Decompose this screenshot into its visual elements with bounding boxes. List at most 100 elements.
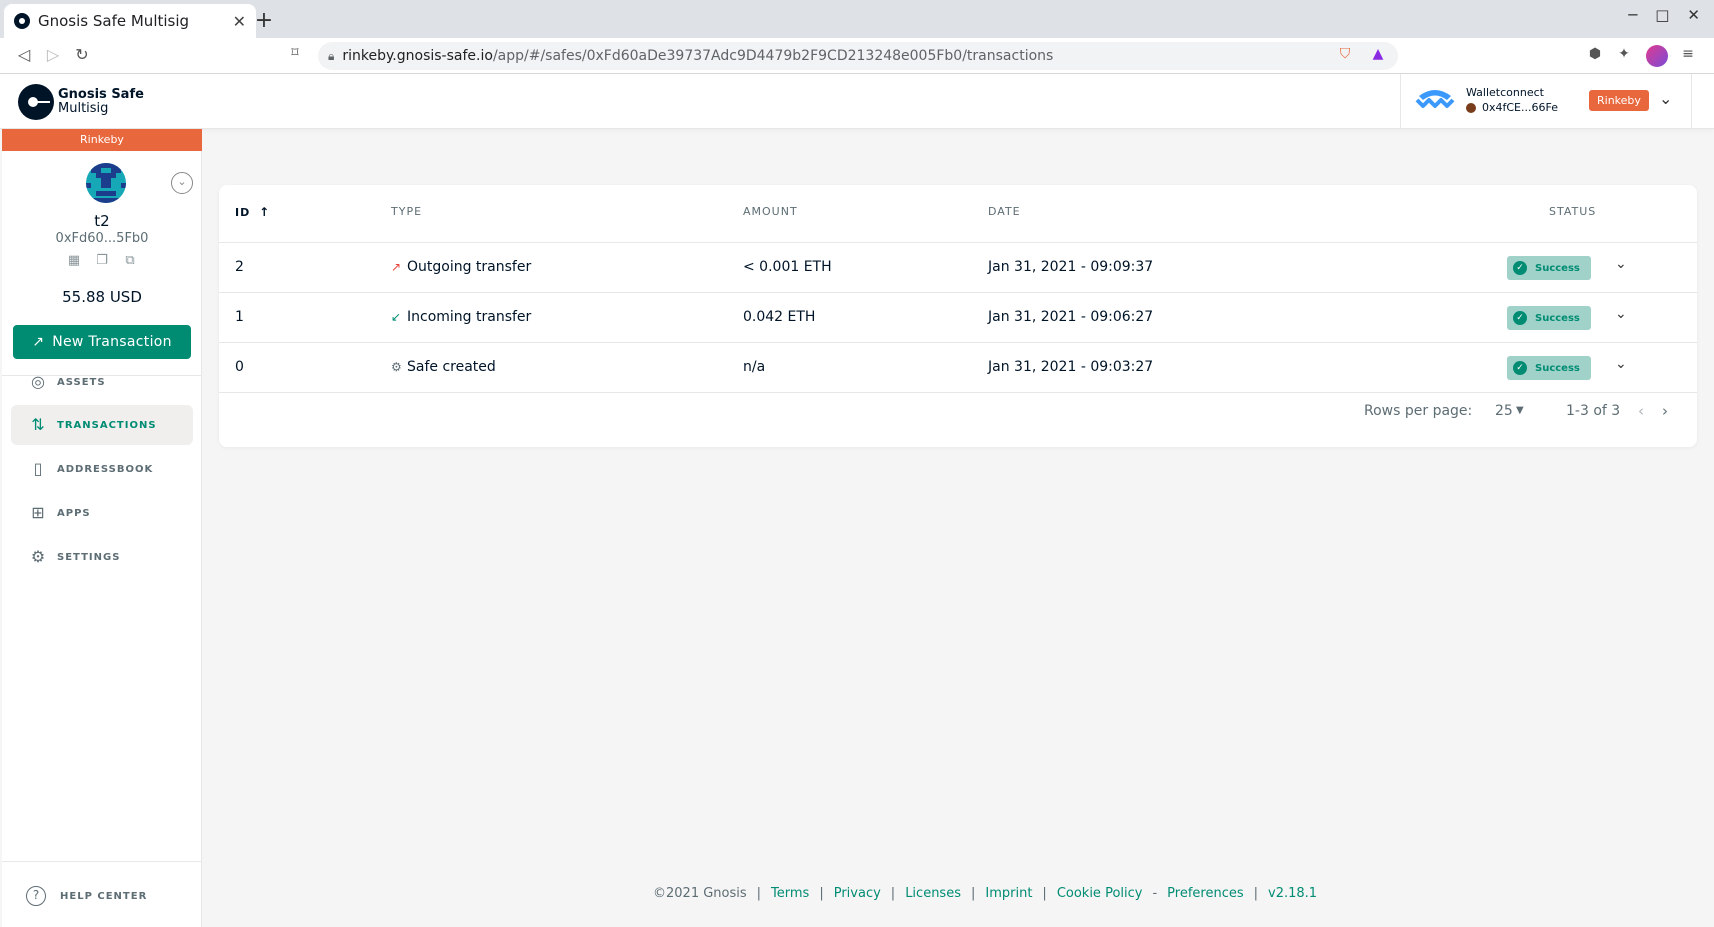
- safe-balance: 55.88 USD: [62, 288, 142, 306]
- terms-link[interactable]: Terms: [771, 886, 809, 901]
- safe-identicon: [86, 163, 126, 203]
- settings-icon: ⚙: [30, 547, 46, 566]
- wallet-identicon: [1466, 102, 1476, 113]
- gnosis-favicon-icon: [14, 13, 30, 29]
- maximize-icon[interactable]: □: [1655, 6, 1669, 24]
- status-badge: ✓ Success: [1507, 256, 1591, 280]
- privacy-link[interactable]: Privacy: [834, 886, 881, 901]
- extension-cube-icon[interactable]: ⬢: [1585, 46, 1605, 66]
- sidebar-item-transactions[interactable]: ⇅ TRANSACTIONS: [11, 405, 193, 445]
- licenses-link[interactable]: Licenses: [905, 886, 961, 901]
- sidebar-item-addressbook[interactable]: ▯ ADDRESSBOOK: [11, 449, 193, 489]
- column-header-amount: AMOUNT: [743, 205, 798, 218]
- walletconnect-icon: [1415, 90, 1455, 108]
- forward-icon[interactable]: ▷: [42, 45, 64, 64]
- close-window-icon[interactable]: ✕: [1687, 6, 1700, 24]
- safe-name: t2: [94, 212, 110, 230]
- column-header-date: DATE: [988, 205, 1021, 218]
- expand-chevron-icon[interactable]: ⌄: [1615, 306, 1627, 322]
- copyright: ©2021 Gnosis: [653, 886, 747, 901]
- new-tab-icon[interactable]: +: [252, 8, 276, 33]
- check-icon: ✓: [1513, 261, 1527, 275]
- arrow-up-right-icon: ↗: [32, 334, 45, 350]
- table-row[interactable]: 2 ↗ Outgoing transfer < 0.001 ETH Jan 31,…: [219, 242, 1697, 292]
- sidebar-item-apps[interactable]: ⊞ APPS: [11, 493, 193, 533]
- url-bar[interactable]: 🔒︎ rinkeby.gnosis-safe.io/app/#/safes/0x…: [318, 42, 1398, 70]
- chevron-down-icon[interactable]: ⌄: [1659, 89, 1672, 108]
- wallet-address: 0x4fCE...66Fe: [1482, 101, 1558, 114]
- wallet-address-row: 0x4fCE...66Fe: [1466, 101, 1558, 114]
- new-transaction-button[interactable]: ↗ New Transaction: [13, 325, 191, 359]
- safe-address: 0xFd60...5Fb0: [55, 231, 149, 246]
- logo-line1: Gnosis Safe: [58, 87, 144, 102]
- new-transaction-label: New Transaction: [52, 334, 172, 350]
- column-header-type: TYPE: [391, 205, 423, 218]
- profile-avatar[interactable]: [1646, 45, 1668, 67]
- window-controls: ─ □ ✕: [1628, 6, 1714, 24]
- menu-icon[interactable]: ≡: [1678, 46, 1698, 66]
- lock-icon: 🔒︎: [328, 48, 335, 63]
- brave-shield-icon[interactable]: ⛉: [1335, 46, 1355, 66]
- preferences-link[interactable]: Preferences: [1167, 886, 1243, 901]
- app-header: Gnosis Safe Multisig Walletconnect 0x4fC…: [0, 74, 1714, 129]
- expand-chevron-icon[interactable]: ⌄: [1615, 356, 1627, 372]
- page-range: 1-3 of 3: [1566, 403, 1621, 419]
- transactions-table: ID ↑ TYPE AMOUNT DATE STATUS 2 ↗ Outgoing…: [219, 185, 1697, 447]
- dropdown-caret-icon[interactable]: ▼: [1516, 405, 1524, 416]
- qr-code-icon[interactable]: ▦: [66, 253, 82, 269]
- assets-icon: ◎: [31, 372, 45, 391]
- version-link[interactable]: v2.18.1: [1268, 886, 1317, 901]
- page-footer: ©2021 Gnosis | Terms | Privacy | License…: [653, 886, 1318, 901]
- imprint-link[interactable]: Imprint: [985, 886, 1032, 901]
- help-icon: ?: [26, 886, 46, 906]
- incoming-arrow-icon: ↙: [391, 310, 402, 324]
- table-pagination: Rows per page: 25 ▼ 1-3 of 3 ‹ ›: [219, 391, 1697, 431]
- previous-page-icon[interactable]: ‹: [1638, 402, 1644, 420]
- table-row[interactable]: 1 ↙ Incoming transfer 0.042 ETH Jan 31, 2…: [219, 292, 1697, 342]
- sort-arrow-up-icon: ↑: [259, 205, 271, 219]
- extensions-puzzle-icon[interactable]: ✦: [1614, 46, 1634, 66]
- copy-icon[interactable]: ❐: [94, 253, 110, 269]
- browser-toolbar: ◁ ▷ ↻ ⌑ 🔒︎ rinkeby.gnosis-safe.io/app/#/…: [0, 38, 1714, 74]
- check-icon: ✓: [1513, 361, 1527, 375]
- rows-per-page-select[interactable]: 25: [1495, 403, 1513, 419]
- cookie-policy-link[interactable]: Cookie Policy: [1057, 886, 1143, 901]
- minimize-icon[interactable]: ─: [1628, 6, 1637, 24]
- sidebar-item-settings[interactable]: ⚙ SETTINGS: [11, 537, 193, 577]
- wallet-provider[interactable]: Walletconnect 0x4fCE...66Fe Rinkeby ⌄: [1400, 74, 1692, 129]
- url-text: rinkeby.gnosis-safe.io/app/#/safes/0xFd6…: [342, 48, 1054, 64]
- external-link-icon[interactable]: ⧉: [122, 253, 138, 269]
- sidebar-item-assets[interactable]: ◎ ASSETS: [11, 362, 193, 402]
- sidebar-divider: [2, 861, 202, 862]
- table-row[interactable]: 0 ⚙ Safe created n/a Jan 31, 2021 - 09:03…: [219, 342, 1697, 392]
- status-badge: ✓ Success: [1507, 306, 1591, 330]
- reload-icon[interactable]: ↻: [71, 45, 93, 64]
- status-badge: ✓ Success: [1507, 356, 1591, 380]
- column-header-id[interactable]: ID ↑: [235, 205, 270, 219]
- rows-per-page-label: Rows per page:: [1364, 403, 1473, 419]
- column-header-status: STATUS: [1549, 205, 1597, 218]
- gnosis-logo[interactable]: Gnosis Safe Multisig: [18, 84, 144, 120]
- back-icon[interactable]: ◁: [13, 45, 35, 64]
- network-badge: Rinkeby: [1589, 90, 1649, 111]
- expand-chevron-icon[interactable]: ⌄: [1615, 256, 1627, 272]
- transactions-icon: ⇅: [31, 415, 45, 434]
- check-icon: ✓: [1513, 311, 1527, 325]
- browser-tabbar: Gnosis Safe Multisig ✕ + ─ □ ✕: [0, 0, 1714, 38]
- safe-list-toggle-icon[interactable]: ⌄: [171, 172, 193, 194]
- bookmark-icon[interactable]: ⌑: [284, 45, 306, 61]
- logo-line2: Multisig: [58, 101, 109, 116]
- safe-actions: ▦ ❐ ⧉: [66, 253, 138, 269]
- help-center-link[interactable]: ? HELP CENTER: [26, 886, 147, 906]
- gear-icon: ⚙: [391, 360, 402, 374]
- sidebar: Rinkeby ⌄ t2 0xFd60...5Fb0 ▦ ❐ ⧉ 55.88 U…: [2, 129, 202, 927]
- outgoing-arrow-icon: ↗: [391, 260, 402, 274]
- tab-title: Gnosis Safe Multisig: [38, 12, 190, 30]
- browser-tab[interactable]: Gnosis Safe Multisig ✕: [4, 4, 256, 38]
- apps-icon: ⊞: [31, 503, 45, 522]
- close-tab-icon[interactable]: ✕: [233, 12, 246, 31]
- next-page-icon[interactable]: ›: [1662, 402, 1668, 420]
- wallet-name: Walletconnect: [1466, 86, 1544, 99]
- addressbook-icon: ▯: [33, 459, 43, 478]
- brave-rewards-icon[interactable]: ▲: [1368, 46, 1388, 66]
